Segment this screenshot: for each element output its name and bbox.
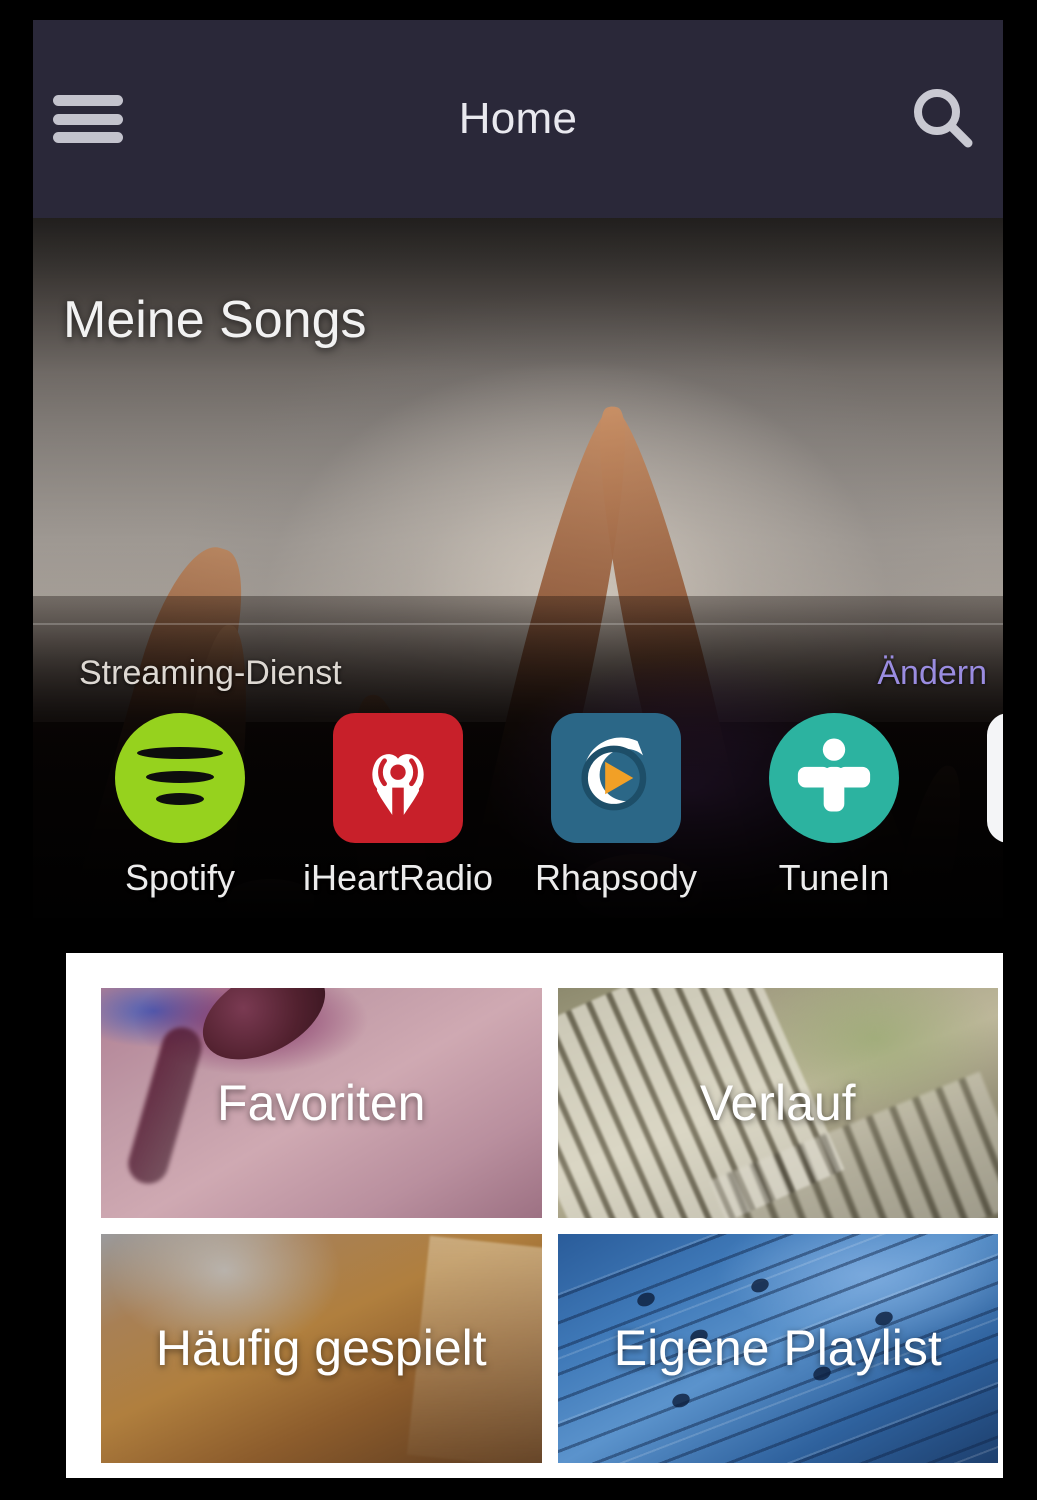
service-label: Rhapsody: [534, 857, 698, 898]
tile-label: Verlauf: [699, 1074, 856, 1131]
service-item-iheartradio[interactable]: iHeartRadio: [289, 713, 507, 899]
hamburger-bar-3: [53, 132, 123, 143]
service-item-tunein[interactable]: TuneIn: [725, 713, 943, 899]
shortcut-panel: Favoriten Verlauf Häufig gespielt Eigene…: [66, 953, 1003, 1478]
streaming-section-label: Streaming-Dienst: [79, 653, 342, 692]
phone-viewport: Home Meine Songs Streaming-Dienst Ändern…: [33, 20, 1003, 1478]
tile-haeufig-gespielt[interactable]: Häufig gespielt: [101, 1233, 542, 1463]
iheartradio-icon: [333, 713, 463, 843]
hamburger-bar-2: [53, 113, 123, 125]
tile-label: Eigene Playlist: [613, 1320, 942, 1377]
hamburger-menu-icon[interactable]: [53, 91, 123, 147]
hero-title: Meine Songs: [63, 291, 367, 349]
streaming-header: Streaming-Dienst Ändern: [33, 643, 1003, 703]
change-streaming-service-link[interactable]: Ändern: [877, 654, 987, 693]
service-label: TuneIn: [778, 857, 890, 898]
hero-banner[interactable]: Meine Songs Streaming-Dienst Ändern Spot…: [33, 218, 1003, 918]
rhapsody-icon: [551, 713, 681, 843]
search-icon[interactable]: [905, 81, 981, 157]
hero-divider: [33, 623, 1003, 625]
service-item-pandora[interactable]: P Par: [943, 713, 1003, 899]
service-label: Spotify: [124, 857, 236, 898]
service-label: iHeartRadio: [302, 857, 494, 898]
service-item-rhapsody[interactable]: Rhapsody: [507, 713, 725, 899]
tile-eigene-playlist[interactable]: Eigene Playlist: [557, 1233, 998, 1463]
service-item-spotify[interactable]: Spotify: [71, 713, 289, 899]
tile-label: Häufig gespielt: [155, 1320, 487, 1377]
tile-verlauf[interactable]: Verlauf: [557, 988, 998, 1218]
tile-favoriten[interactable]: Favoriten: [101, 988, 542, 1218]
spotify-icon: [115, 713, 245, 843]
app-header: Home: [33, 20, 1003, 218]
pandora-icon: P: [987, 713, 1003, 843]
shortcut-grid: Favoriten Verlauf Häufig gespielt Eigene…: [101, 988, 998, 1463]
tunein-icon: [769, 713, 899, 843]
hamburger-bar-1: [53, 95, 123, 106]
streaming-service-row[interactable]: Spotify iHeartRadio Rhapsody TuneIn: [33, 713, 1003, 918]
screenshot-frame: Home Meine Songs Streaming-Dienst Ändern…: [0, 0, 1037, 1500]
page-title: Home: [458, 94, 578, 143]
tile-label: Favoriten: [217, 1074, 426, 1131]
